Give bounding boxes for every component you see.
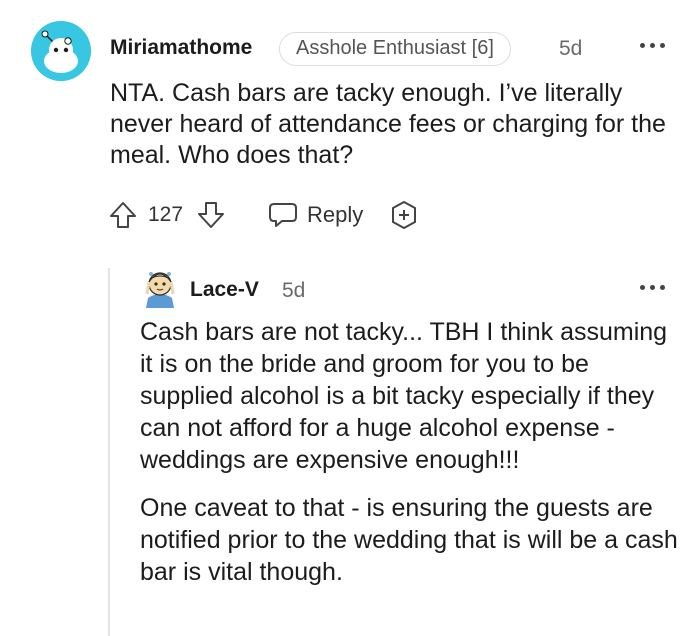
more-options-icon[interactable] xyxy=(640,34,666,54)
reply-username[interactable]: Lace-V xyxy=(190,278,259,302)
comment-body: NTA. Cash bars are tacky enough. I’ve li… xyxy=(110,79,666,169)
comment-timestamp: 5d xyxy=(559,37,583,60)
snoo-avatar-icon xyxy=(31,21,91,81)
reply-body: Cash bars are not tacky... TBH I think a… xyxy=(140,316,680,604)
user-avatar[interactable] xyxy=(31,21,91,81)
upvote-arrow-icon[interactable] xyxy=(108,200,138,230)
thread-line[interactable] xyxy=(108,268,110,636)
comment-username[interactable]: Miriamathome xyxy=(110,36,252,60)
illustrated-avatar-icon xyxy=(145,272,175,308)
user-flair: Asshole Enthusiast [6] xyxy=(279,32,511,66)
award-icon[interactable] xyxy=(389,200,419,230)
reply-icon[interactable] xyxy=(268,201,298,229)
downvote-arrow-icon[interactable] xyxy=(196,200,226,230)
comment-actions: 127 Reply xyxy=(108,197,438,233)
reply-paragraph: Cash bars are not tacky... TBH I think a… xyxy=(140,318,668,474)
vote-score: 127 xyxy=(148,203,184,226)
more-options-icon[interactable] xyxy=(640,276,666,296)
reply-timestamp: 5d xyxy=(282,279,306,302)
reply-paragraph: One caveat to that - is ensuring the gue… xyxy=(140,494,678,586)
reply-user-avatar[interactable] xyxy=(142,268,178,308)
reply-button[interactable]: Reply xyxy=(307,202,363,228)
